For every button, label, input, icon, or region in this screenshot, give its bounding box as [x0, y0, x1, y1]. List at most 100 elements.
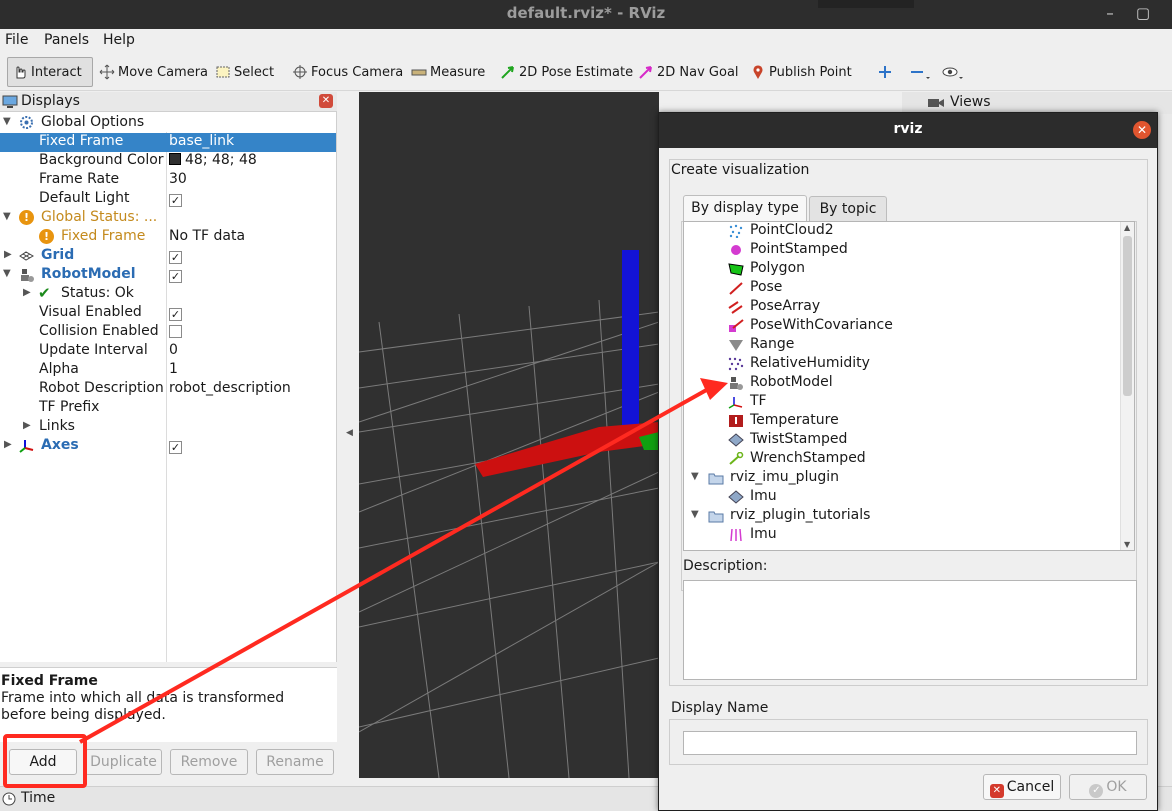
- tree-row-default-light[interactable]: Default Light ✓: [0, 190, 336, 209]
- list-item[interactable]: PointCloud2: [684, 222, 1120, 241]
- tree-row-robotmodel[interactable]: ▼ RobotModel ✓: [0, 266, 336, 285]
- list-item[interactable]: RelativeHumidity: [684, 355, 1120, 374]
- list-item-group[interactable]: ▼ rviz_plugin_tutorials: [684, 507, 1120, 526]
- minus-icon[interactable]: [905, 57, 935, 87]
- cancel-button[interactable]: ✕ Cancel: [983, 774, 1061, 800]
- tool-publish-point[interactable]: Publish Point: [746, 57, 856, 87]
- display-type-list[interactable]: PointCloud2 PointStamped Polygon Pose Po…: [683, 221, 1135, 551]
- list-item[interactable]: WrenchStamped: [684, 450, 1120, 469]
- ok-check-icon: ✓: [1089, 784, 1104, 798]
- tree-row-global-status[interactable]: ▼ ! Global Status: ...: [0, 209, 336, 228]
- point-icon: [728, 243, 744, 257]
- collapse-arrow-icon[interactable]: ▼: [691, 471, 699, 482]
- list-item[interactable]: PoseWithCovariance: [684, 317, 1120, 336]
- tree-row-axes[interactable]: ▶ Axes ✓: [0, 437, 336, 456]
- duplicate-button[interactable]: Duplicate: [85, 749, 162, 775]
- tool-2d-pose-estimate[interactable]: 2D Pose Estimate: [496, 57, 637, 87]
- default-light-checkbox[interactable]: ✓: [169, 192, 182, 208]
- rename-button[interactable]: Rename: [256, 749, 334, 775]
- grid-label: Grid: [41, 247, 75, 263]
- tree-row-frame-rate[interactable]: Frame Rate 30: [0, 171, 336, 190]
- collapse-arrow-icon[interactable]: ▼: [3, 268, 11, 279]
- tree-row-status-ok[interactable]: ▶ ✔ Status: Ok: [0, 284, 336, 304]
- splitter-handle-icon[interactable]: ◀: [346, 428, 353, 438]
- grid-checkbox[interactable]: ✓: [169, 249, 182, 265]
- collapse-arrow-icon[interactable]: ▼: [3, 116, 11, 127]
- expand-arrow-icon[interactable]: ▶: [23, 420, 31, 431]
- tree-row-alpha[interactable]: Alpha 1: [0, 361, 336, 380]
- tool-focus-camera[interactable]: Focus Camera: [288, 57, 407, 87]
- list-item[interactable]: Range: [684, 336, 1120, 355]
- axes-checkbox[interactable]: ✓: [169, 439, 182, 455]
- robot-description-value[interactable]: robot_description: [169, 380, 291, 396]
- list-item[interactable]: Polygon: [684, 260, 1120, 279]
- tool-2d-pose-estimate-label: 2D Pose Estimate: [519, 64, 634, 80]
- display-name-input[interactable]: [683, 731, 1137, 755]
- menu-file[interactable]: File: [5, 32, 28, 48]
- 3d-scene: [359, 250, 659, 778]
- tool-interact[interactable]: Interact: [7, 57, 93, 87]
- collision-enabled-checkbox[interactable]: [169, 325, 182, 342]
- tool-measure-label: Measure: [430, 64, 486, 80]
- close-panel-icon[interactable]: ✕: [319, 94, 333, 108]
- list-item[interactable]: Imu: [684, 488, 1120, 507]
- list-item[interactable]: Imu: [684, 526, 1120, 545]
- tab-by-topic[interactable]: By topic: [809, 196, 887, 222]
- expand-arrow-icon[interactable]: ▶: [23, 287, 31, 298]
- list-item[interactable]: Temperature: [684, 412, 1120, 431]
- tool-2d-nav-goal[interactable]: 2D Nav Goal: [634, 57, 743, 87]
- tree-row-background-color[interactable]: Background Color 48; 48; 48: [0, 152, 336, 171]
- frame-rate-value[interactable]: 30: [169, 171, 187, 187]
- alpha-value[interactable]: 1: [169, 361, 178, 377]
- tool-select[interactable]: Select: [211, 57, 278, 87]
- list-scrollbar[interactable]: ▲ ▼: [1120, 222, 1134, 550]
- list-item[interactable]: RobotModel: [684, 374, 1120, 393]
- move-arrows-icon: [99, 64, 115, 80]
- expand-arrow-icon[interactable]: ▶: [4, 249, 12, 260]
- tree-row-update-interval[interactable]: Update Interval 0: [0, 342, 336, 361]
- remove-button[interactable]: Remove: [170, 749, 248, 775]
- tool-move-camera[interactable]: Move Camera: [95, 57, 212, 87]
- list-item[interactable]: Pose: [684, 279, 1120, 298]
- scrollbar-thumb[interactable]: [1123, 236, 1132, 396]
- scroll-up-icon[interactable]: ▲: [1124, 223, 1130, 232]
- maximize-icon[interactable]: ▢: [1131, 2, 1155, 24]
- tree-row-visual-enabled[interactable]: Visual Enabled ✓: [0, 304, 336, 323]
- tool-measure[interactable]: Measure: [407, 57, 489, 87]
- plus-icon[interactable]: [873, 57, 897, 87]
- list-item[interactable]: TF: [684, 393, 1120, 412]
- menu-panels[interactable]: Panels: [44, 32, 89, 48]
- eye-icon[interactable]: [938, 57, 968, 87]
- 3d-viewport[interactable]: [359, 92, 659, 778]
- tree-row-collision-enabled[interactable]: Collision Enabled: [0, 323, 336, 342]
- list-item[interactable]: PointStamped: [684, 241, 1120, 260]
- dialog-close-icon[interactable]: ✕: [1133, 121, 1151, 139]
- list-item-label: PointStamped: [750, 241, 848, 257]
- tree-row-fixed-frame[interactable]: Fixed Frame base_link: [0, 133, 336, 152]
- dialog-body: Create visualization By display type By …: [659, 148, 1157, 810]
- minimize-icon[interactable]: –: [1098, 2, 1122, 24]
- robotmodel-checkbox[interactable]: ✓: [169, 268, 182, 284]
- tree-row-global-options[interactable]: ▼ Global Options: [0, 114, 336, 133]
- list-item[interactable]: PoseArray: [684, 298, 1120, 317]
- ok-button[interactable]: ✓ OK: [1069, 774, 1147, 800]
- background-color-value[interactable]: 48; 48; 48: [169, 152, 257, 168]
- menu-help[interactable]: Help: [103, 32, 135, 48]
- robot-icon: [728, 376, 744, 390]
- tree-row-tf-prefix[interactable]: TF Prefix: [0, 399, 336, 418]
- tree-row-grid[interactable]: ▶ Grid ✓: [0, 247, 336, 266]
- update-interval-value[interactable]: 0: [169, 342, 178, 358]
- tree-row-robot-description[interactable]: Robot Description robot_description: [0, 380, 336, 399]
- fixed-frame-value[interactable]: base_link: [169, 133, 234, 149]
- tab-by-display-type[interactable]: By display type: [683, 195, 807, 221]
- expand-arrow-icon[interactable]: ▶: [4, 439, 12, 450]
- tree-row-links[interactable]: ▶ Links: [0, 418, 336, 437]
- list-item[interactable]: TwistStamped: [684, 431, 1120, 450]
- tree-row-status-fixed-frame[interactable]: ! Fixed Frame No TF data: [0, 228, 336, 247]
- scroll-down-icon[interactable]: ▼: [1124, 540, 1130, 549]
- collapse-arrow-icon[interactable]: ▼: [3, 211, 11, 222]
- list-item-group[interactable]: ▼ rviz_imu_plugin: [684, 469, 1120, 488]
- add-button[interactable]: Add: [9, 749, 77, 775]
- visual-enabled-checkbox[interactable]: ✓: [169, 306, 182, 322]
- collapse-arrow-icon[interactable]: ▼: [691, 509, 699, 520]
